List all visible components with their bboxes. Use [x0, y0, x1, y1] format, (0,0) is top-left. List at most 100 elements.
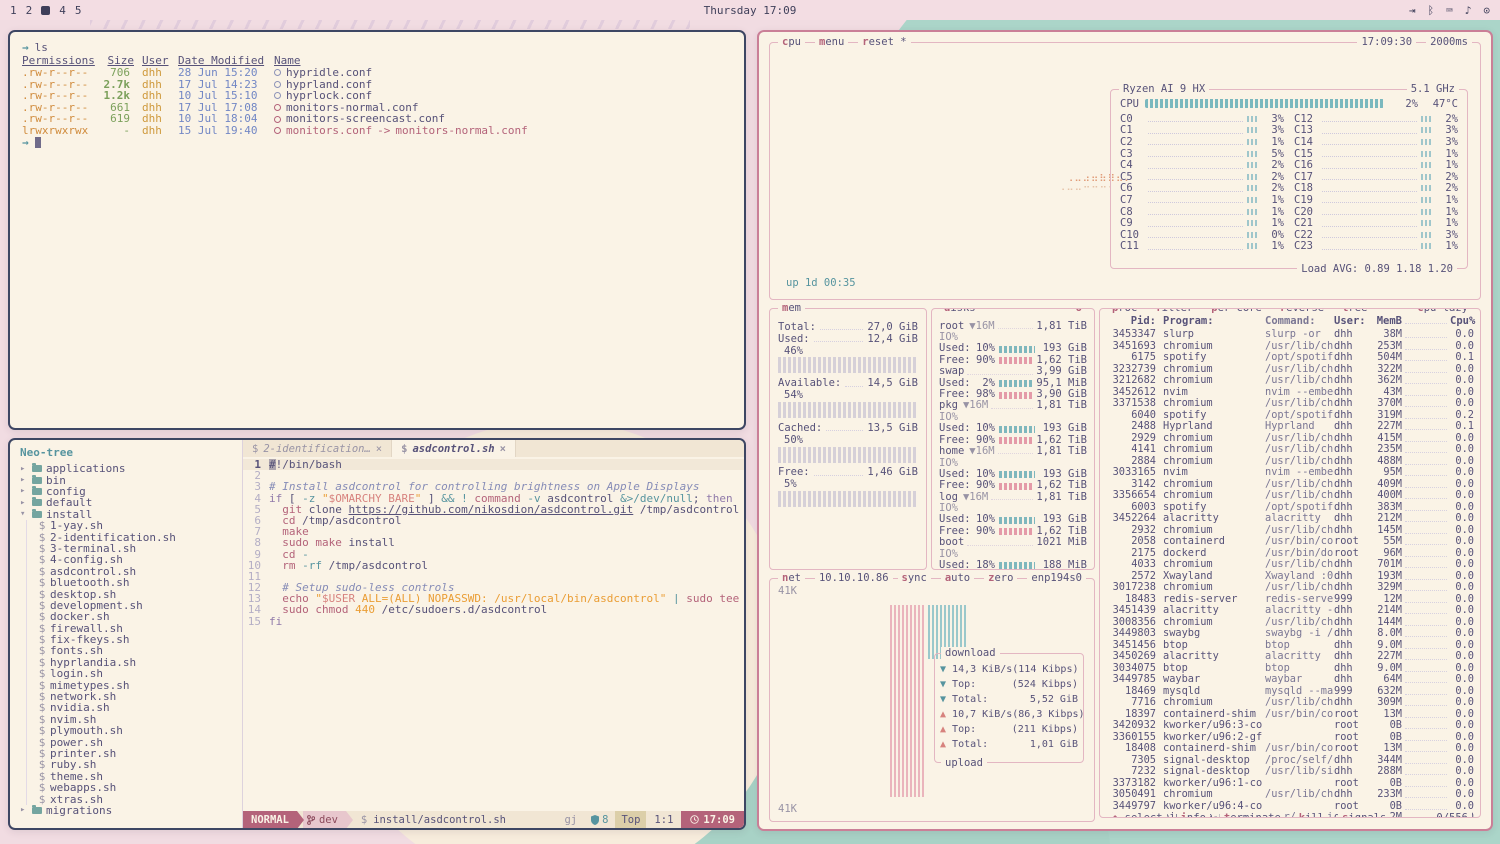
proc-tab-tree[interactable]: tree: [1338, 308, 1371, 314]
volume-icon[interactable]: ♪: [1465, 4, 1472, 17]
btop-tab-menu[interactable]: menu: [815, 36, 848, 48]
process-row[interactable]: 3452264alacrittyalacrittydhh212M0.0: [1106, 513, 1474, 525]
process-row[interactable]: 7305signal-desktop/proc/self/exe --tdhh3…: [1106, 755, 1474, 767]
logout-icon[interactable]: ⇥: [1409, 4, 1416, 17]
editor-tab[interactable]: $asdcontrol.sh×: [392, 440, 516, 457]
process-cpu: 0.0: [1450, 697, 1474, 709]
process-row[interactable]: 4141chromium/usr/lib/chromium/dhh235M0.0: [1106, 444, 1474, 456]
process-row[interactable]: 3453347slurpslurp -ordhh38M0.0: [1106, 329, 1474, 341]
process-row[interactable]: 3420932kworker/u96:3-coroot0B0.0: [1106, 720, 1474, 732]
process-row[interactable]: 18483redis-serverredis-server *:63799912…: [1106, 594, 1474, 606]
proc-col-header[interactable]: Cpu%: [1450, 315, 1474, 329]
btop-tab-cpu[interactable]: cpu: [778, 36, 805, 48]
process-row[interactable]: 2175dockerd/usr/bin/dockerd -root96M0.0: [1106, 548, 1474, 560]
process-row[interactable]: 3451439alacrittyalacritty -e btopdhh214M…: [1106, 605, 1474, 617]
tree-item-config[interactable]: ▸config: [10, 486, 242, 497]
process-row[interactable]: 3008356chromium/usr/lib/chromium/dhh144M…: [1106, 617, 1474, 629]
process-row[interactable]: 3451693chromium/usr/lib/chromium/dhh253M…: [1106, 341, 1474, 353]
tab-close-icon[interactable]: ×: [376, 443, 382, 455]
system-monitor-window[interactable]: cpumenureset * 17:09:30 2000ms ⢀⣀⣠⣤⣦⣶⣄⡀ …: [757, 30, 1493, 831]
proc-action-signals[interactable]: signals: [1338, 812, 1390, 818]
process-row[interactable]: 7716chromium/usr/lib/chromium/dhh309M0.0: [1106, 697, 1474, 709]
process-row[interactable]: 2884chromium/usr/lib/chromium/dhh488M0.0: [1106, 456, 1474, 468]
workspace-5[interactable]: 5: [75, 4, 82, 17]
process-row[interactable]: 3212682chromium/usr/lib/chromium/dhh362M…: [1106, 375, 1474, 387]
core-name: C17: [1294, 171, 1318, 183]
chevron-right-icon: ▸: [20, 498, 28, 508]
process-row[interactable]: 6175spotify/opt/spotify/spotidhh504M0.1: [1106, 352, 1474, 364]
tree-item-default[interactable]: ▸default: [10, 497, 242, 508]
process-row[interactable]: 3142chromium/usr/lib/chromium/dhh409M0.0: [1106, 479, 1474, 491]
editor-tab[interactable]: $2-identification…×: [243, 440, 392, 457]
workspace-4[interactable]: 4: [59, 4, 66, 17]
proc-tab-reverse[interactable]: reverse: [1276, 308, 1328, 314]
process-user: dhh: [1334, 398, 1366, 410]
process-row[interactable]: 3449785waybarwaybardhh64M0.0: [1106, 674, 1474, 686]
process-row[interactable]: 3450269alacrittyalacrittydhh227M0.0: [1106, 651, 1474, 663]
code-token: [269, 504, 282, 515]
workspace-1[interactable]: 1: [10, 4, 17, 17]
process-row[interactable]: 3360155kworker/u96:2-gfroot0B0.0: [1106, 732, 1474, 744]
process-row[interactable]: 2932chromium/usr/lib/chromium/dhh145M0.0: [1106, 525, 1474, 537]
process-row[interactable]: 2572XwaylandXwayland :0 -rootldhh193M0.0: [1106, 571, 1474, 583]
process-row[interactable]: 3017238chromium/usr/lib/chromium/dhh329M…: [1106, 582, 1474, 594]
tree-item-applications[interactable]: ▸applications: [10, 463, 242, 474]
process-program: chromium: [1163, 398, 1265, 410]
code-area[interactable]: 1#!/bin/bash23# Install asdcontrol for c…: [243, 457, 744, 811]
workspace-switcher[interactable]: 12 45: [10, 4, 82, 17]
tree-item-migrations[interactable]: ▸migrations: [10, 805, 242, 816]
process-row[interactable]: 3449803swaybgswaybg -i /home/dhdhh8.0M0.…: [1106, 628, 1474, 640]
process-row[interactable]: 3356654chromium/usr/lib/chromium/dhh400M…: [1106, 490, 1474, 502]
terminal-window[interactable]: → ls PermissionsSizeUserDate ModifiedNam…: [8, 30, 746, 430]
process-user: dhh: [1334, 559, 1366, 571]
process-row[interactable]: 18408containerd-shim/usr/bin/containerro…: [1106, 743, 1474, 755]
proc-col-header[interactable]: Command:: [1265, 315, 1334, 329]
process-row[interactable]: 3033165nvimnvim --embed .dhh95M0.0: [1106, 467, 1474, 479]
net-option-sync[interactable]: sync: [898, 572, 931, 584]
process-row[interactable]: 2488HyprlandHyprlanddhh227M0.1: [1106, 421, 1474, 433]
net-option-zero[interactable]: zero: [984, 572, 1017, 584]
bluetooth-icon[interactable]: ᛒ: [1428, 4, 1435, 17]
tree-item-xtras.sh[interactable]: $xtras.sh: [10, 793, 242, 804]
proc-col-header[interactable]: User:: [1334, 315, 1366, 329]
btop-interval[interactable]: 2000ms: [1426, 36, 1472, 48]
proc-col-header[interactable]: MemB: [1366, 315, 1402, 329]
proc-action-select[interactable]: ↑ select: [1108, 812, 1167, 818]
proc-action-terminate[interactable]: terminate: [1220, 812, 1285, 818]
process-row[interactable]: 18397containerd-shim/usr/bin/containerro…: [1106, 709, 1474, 721]
keyboard-icon[interactable]: ⌨: [1446, 4, 1453, 17]
process-row[interactable]: 2929chromium/usr/lib/chromium/dhh415M0.0: [1106, 433, 1474, 445]
process-row[interactable]: 6040spotify/opt/spotify/spotidhh319M0.2: [1106, 410, 1474, 422]
process-row[interactable]: 4033chromium/usr/lib/chromium/dhh701M0.0: [1106, 559, 1474, 571]
process-row[interactable]: 18469mysqldmysqld --max-conne999632M0.0: [1106, 686, 1474, 698]
process-row[interactable]: 3232739chromium/usr/lib/chromium/dhh322M…: [1106, 364, 1474, 376]
process-row[interactable]: 2058containerd/usr/bin/containerroot55M0…: [1106, 536, 1474, 548]
proc-tab-filter[interactable]: filter: [1151, 308, 1197, 314]
mem-total-row: Total:27,0 GiB: [778, 321, 918, 333]
proc-sort-mode[interactable]: cpu lazy: [1413, 308, 1472, 314]
proc-tab-per-core[interactable]: per-core: [1207, 308, 1266, 314]
power-icon[interactable]: ⊙: [1483, 4, 1490, 17]
proc-col-header[interactable]: Program:: [1163, 315, 1265, 329]
process-row[interactable]: 3371538chromium/usr/lib/chromium/dhh370M…: [1106, 398, 1474, 410]
process-row[interactable]: 3449797kworker/u96:4-coroot0B0.0: [1106, 801, 1474, 813]
process-row[interactable]: 7232signal-desktop/usr/lib/signal-dedhh2…: [1106, 766, 1474, 778]
proc-col-header[interactable]: Pid:: [1106, 315, 1156, 329]
process-row[interactable]: 3050491chromium/usr/lib/chromium/dhh233M…: [1106, 789, 1474, 801]
process-command: /usr/lib/chromium/: [1265, 375, 1334, 387]
proc-action-info[interactable]: info: [1177, 812, 1210, 818]
workspace-2[interactable]: 2: [26, 4, 33, 17]
process-row[interactable]: 3373182kworker/u96:1-coroot0B0.0: [1106, 778, 1474, 790]
process-row[interactable]: 6003spotify/opt/spotify/spotidhh383M0.0: [1106, 502, 1474, 514]
tab-close-icon[interactable]: ×: [500, 443, 506, 455]
btop-tab-reset[interactable]: reset *: [858, 36, 910, 48]
disks-io-toggle[interactable]: o: [1072, 308, 1086, 314]
process-row[interactable]: 3451456btopbtopdhh9.0M0.0: [1106, 640, 1474, 652]
process-row[interactable]: 3034075btopbtopdhh9.0M0.0: [1106, 663, 1474, 675]
process-row[interactable]: 3452612nvimnvim --embed .dhh43M0.0: [1106, 387, 1474, 399]
net-option-auto[interactable]: auto: [941, 572, 974, 584]
tree-item-bin[interactable]: ▸bin: [10, 474, 242, 485]
workspace-active[interactable]: [41, 6, 50, 15]
editor-window[interactable]: Neo-tree ▸applications▸bin▸config▸defaul…: [8, 438, 746, 830]
proc-action-kill[interactable]: kill: [1295, 812, 1328, 818]
